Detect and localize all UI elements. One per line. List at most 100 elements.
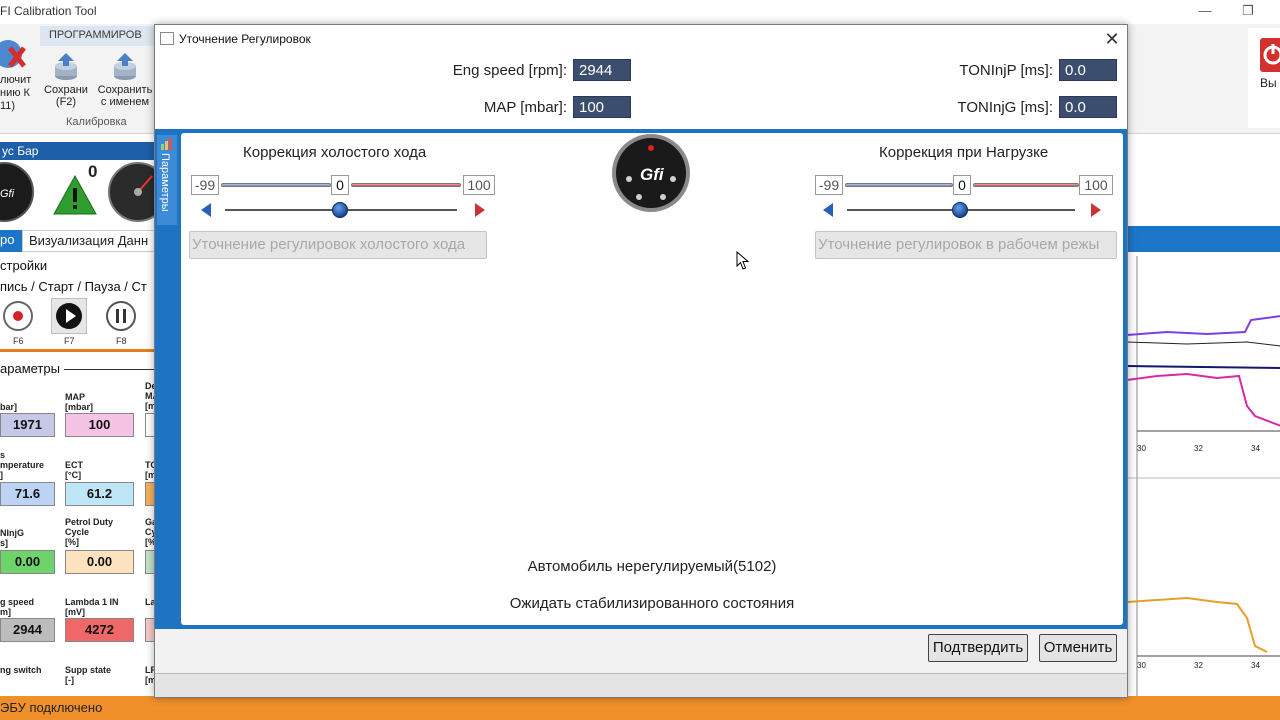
load-slider-knob[interactable] xyxy=(952,202,968,218)
param-value: 0.00 xyxy=(65,550,134,574)
rpm-gauge-icon xyxy=(108,162,158,222)
bars-icon xyxy=(161,138,172,150)
logo-text: Gfi xyxy=(640,165,665,184)
tab-active[interactable]: ро xyxy=(0,230,22,252)
chart-tick: 32 xyxy=(1194,444,1203,453)
app-statusbar: ЭБУ подключено xyxy=(0,696,1280,720)
restore-icon[interactable]: ❐ xyxy=(1238,2,1258,20)
readout-value-toninjp: 0.0 xyxy=(1059,59,1117,81)
gfi-logo-icon: Gfi xyxy=(612,134,690,212)
param-label: bar] xyxy=(0,402,18,412)
idle-value-box: 0 xyxy=(331,175,349,195)
load-negative-track xyxy=(845,183,953,187)
right-panel-band xyxy=(1126,226,1280,252)
readout-label-map: MAP [mbar]: xyxy=(483,99,567,116)
save-as-button[interactable]: Сохранить с именем xyxy=(96,52,154,108)
pause-button[interactable] xyxy=(103,298,139,334)
param-label: MAP [mbar] xyxy=(65,392,94,412)
chart-tick: 34 xyxy=(1251,661,1260,670)
settings-label: стройки xyxy=(0,258,48,273)
cancel-button[interactable]: Отменить xyxy=(1039,634,1117,662)
bottom-tabs: ро Визуализация Данн xyxy=(0,230,160,252)
play-button[interactable] xyxy=(51,298,87,334)
idle-negative-track xyxy=(221,183,331,187)
power-icon xyxy=(1260,38,1280,72)
record-label: пись / Старт / Пауза / Ст xyxy=(0,279,147,294)
param-value: 0.00 xyxy=(0,550,55,574)
params-label: араметры xyxy=(0,361,60,376)
confirm-button[interactable]: Подтвердить xyxy=(928,634,1028,662)
side-tab-parameters[interactable]: Параметры xyxy=(157,135,177,225)
param-label: NInjG s] xyxy=(0,528,24,548)
record-button[interactable] xyxy=(0,298,36,334)
param-label: Lambda 1 IN [mV] xyxy=(65,597,119,617)
readout-value-eng-speed: 2944 xyxy=(573,59,631,81)
param-label: Supp state [-] xyxy=(65,665,112,685)
save-button[interactable]: Сохрани (F2) xyxy=(37,52,95,108)
idle-fine-tune-button[interactable]: Уточнение регулировок холостого хода xyxy=(189,231,487,259)
fkey-f7: F7 xyxy=(64,336,75,346)
svg-text:Gfi: Gfi xyxy=(0,188,15,200)
idle-slider-knob[interactable] xyxy=(332,202,348,218)
chart-lines xyxy=(1127,256,1280,696)
param-label: ng switch xyxy=(0,665,42,675)
readout-label-toninjg: TONInjG [ms]: xyxy=(957,99,1053,116)
idle-correction-title: Коррекция холостого хода xyxy=(243,144,427,161)
background-chart: 30 32 34 30 32 34 xyxy=(1126,256,1280,696)
dialog-title: Уточнение Регулировок xyxy=(179,32,311,46)
gauges-panel: Gfi 0 xyxy=(0,160,160,228)
tab-visualization[interactable]: Визуализация Данн xyxy=(22,230,160,252)
chart-tick: 34 xyxy=(1251,444,1260,453)
readouts-area: Eng speed [rpm]: 2944 MAP [mbar]: 100 TO… xyxy=(155,53,1127,129)
param-value: 61.2 xyxy=(65,482,134,506)
tab-programming[interactable]: ПРОГРАММИРОВ xyxy=(40,26,160,46)
idle-min-box: -99 xyxy=(191,175,219,195)
database-save-as-icon xyxy=(114,53,136,80)
exit-button-label: Вы xyxy=(1260,76,1277,90)
status-bar-header: ус Бар xyxy=(0,142,160,160)
dialog-titlebar: Уточнение Регулировок ✕ xyxy=(155,25,1127,53)
app-title: FI Calibration Tool xyxy=(0,4,97,18)
load-increase-arrow-icon[interactable] xyxy=(1091,203,1101,217)
group-label: Калибровка xyxy=(66,116,127,128)
save-as-button-label: Сохранить с именем xyxy=(97,84,153,108)
mouse-cursor-icon xyxy=(736,251,750,270)
idle-positive-track xyxy=(351,183,461,187)
fine-tuning-dialog: Уточнение Регулировок ✕ Eng speed [rpm]:… xyxy=(154,24,1128,698)
load-positive-track xyxy=(973,183,1079,187)
load-max-box: 100 xyxy=(1079,175,1113,195)
exit-button[interactable]: Вы xyxy=(1248,28,1280,128)
parameters-frame: Параметры Коррекция холостого хода -99 0… xyxy=(155,129,1127,629)
idle-max-box: 100 xyxy=(463,175,495,195)
app-titlebar: FI Calibration Tool — ❐ xyxy=(0,0,1280,24)
readout-value-toninjg: 0.0 xyxy=(1059,96,1117,118)
param-value: 4272 xyxy=(65,618,134,642)
readout-value-map: 100 xyxy=(573,96,631,118)
param-value: 71.6 xyxy=(0,482,55,506)
gfi-gauge-icon: Gfi xyxy=(0,162,34,222)
load-decrease-arrow-icon[interactable] xyxy=(823,203,833,217)
side-tab-label: Параметры xyxy=(159,153,171,212)
correction-panel: Коррекция холостого хода -99 0 100 Уточн… xyxy=(181,133,1123,625)
idle-decrease-arrow-icon[interactable] xyxy=(201,203,211,217)
chart-tick: 30 xyxy=(1137,661,1146,670)
fkey-f8: F8 xyxy=(116,336,127,346)
param-label: g speed m] xyxy=(0,597,35,617)
connection-status: ЭБУ подключено xyxy=(0,700,103,715)
load-fine-tune-button[interactable]: Уточнение регулировок в рабочем режы xyxy=(815,231,1117,259)
left-disconnect-button[interactable]: лючит нию К 11) xyxy=(0,32,36,112)
chart-tick: 32 xyxy=(1194,661,1203,670)
load-correction-title: Коррекция при Нагрузке xyxy=(879,144,1049,161)
load-min-box: -99 xyxy=(815,175,843,195)
param-value: 2944 xyxy=(0,618,55,642)
fkey-f6: F6 xyxy=(13,336,24,346)
params-divider xyxy=(64,369,156,370)
vehicle-status-message: Автомобиль нерегулируемый(5102) xyxy=(527,558,777,575)
readout-label-toninjp: TONInjP [ms]: xyxy=(959,62,1053,79)
minimize-icon[interactable]: — xyxy=(1195,2,1215,20)
close-icon[interactable]: ✕ xyxy=(1101,28,1123,50)
save-button-label: Сохрани (F2) xyxy=(44,84,88,108)
database-save-icon xyxy=(55,53,77,80)
idle-increase-arrow-icon[interactable] xyxy=(475,203,485,217)
dialog-bottom-strip xyxy=(155,673,1127,697)
